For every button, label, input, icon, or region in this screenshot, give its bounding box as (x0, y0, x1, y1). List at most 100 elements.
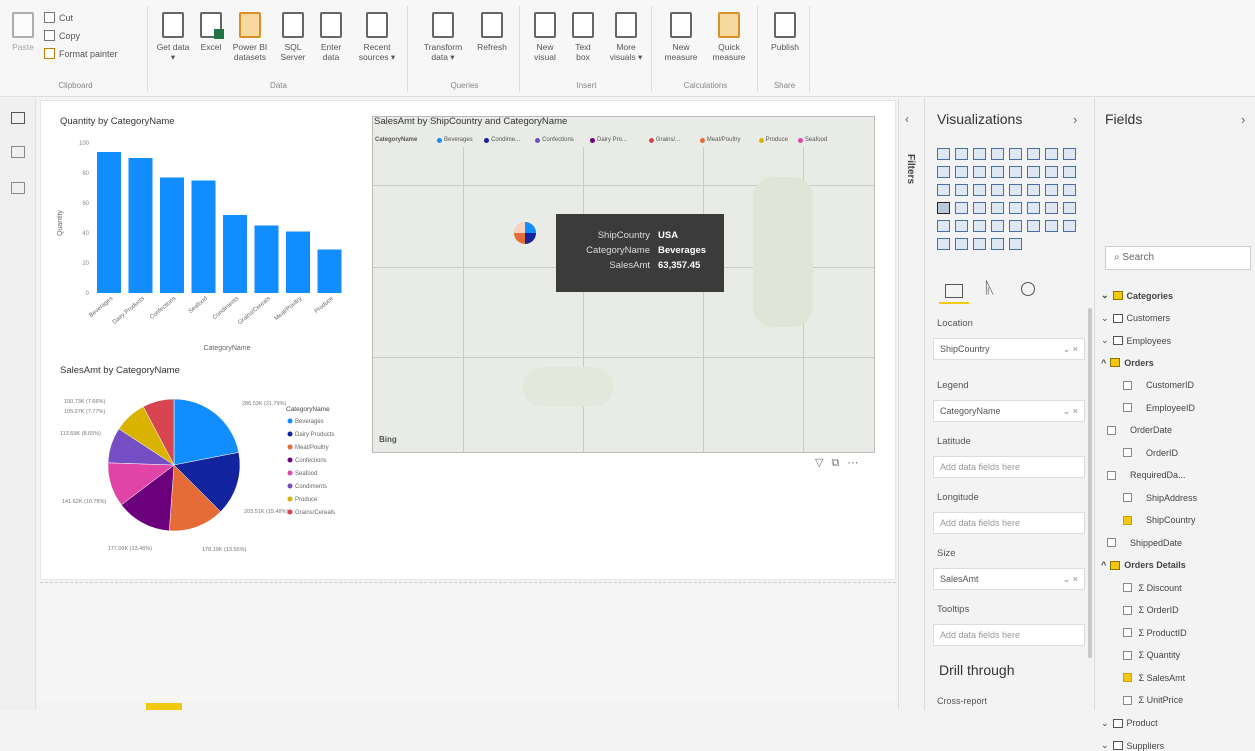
longitude-well[interactable]: Add data fields here (933, 512, 1085, 534)
new-visual-button[interactable]: New visual (528, 12, 562, 62)
field-item[interactable]: Σ OrderID (1123, 605, 1179, 615)
power-bi-datasets-button[interactable]: Power BI datasets (230, 12, 270, 62)
visual-type-icon[interactable] (1063, 220, 1076, 232)
visual-type-icon[interactable] (1009, 166, 1022, 178)
visual-type-icon[interactable] (973, 166, 986, 178)
data-view-icon[interactable] (11, 146, 25, 158)
field-item[interactable]: ShippedDate (1107, 538, 1182, 548)
visual-type-icon[interactable] (973, 202, 986, 214)
location-well[interactable]: ShipCountry ⌄ × (933, 338, 1085, 360)
visual-type-icon[interactable] (955, 148, 968, 160)
report-view-icon[interactable] (11, 112, 25, 124)
table-employees[interactable]: ⌄ Employees (1101, 335, 1171, 346)
field-item[interactable]: ShipCountry (1123, 515, 1196, 525)
field-item[interactable]: OrderDate (1107, 425, 1172, 435)
visual-type-icon[interactable] (973, 238, 986, 250)
visual-type-icon[interactable] (955, 202, 968, 214)
bar-chart[interactable]: 100 80 60 40 20 0 Quantity BeveragesDairy Produ… (52, 128, 364, 358)
map-legend-item[interactable]: Condime... (484, 137, 520, 143)
visual-type-icon[interactable] (1027, 220, 1040, 232)
field-item[interactable]: EmployeeID (1123, 403, 1195, 413)
sql-server-button[interactable]: SQL Server (276, 12, 310, 62)
visual-type-icon[interactable] (973, 184, 986, 196)
publish-button[interactable]: Publish (766, 12, 804, 52)
visual-type-icon[interactable] (1009, 148, 1022, 160)
visual-type-icon[interactable] (991, 184, 1004, 196)
visual-type-icon[interactable] (1009, 238, 1022, 250)
map-legend-item[interactable]: Seafood (797, 137, 827, 143)
field-item[interactable]: Σ Quantity (1123, 650, 1180, 660)
visual-type-icon[interactable] (1063, 202, 1076, 214)
text-box-button[interactable]: Text box (568, 12, 598, 62)
field-item[interactable]: Σ SalesAmt (1123, 673, 1185, 683)
map-legend-item[interactable]: Dairy Pro... (590, 137, 627, 143)
page-tab[interactable] (146, 703, 182, 710)
table-orders[interactable]: ^ Orders (1101, 358, 1154, 368)
visual-type-icon[interactable] (1063, 184, 1076, 196)
visual-type-icon[interactable] (1063, 166, 1076, 178)
visual-type-icon[interactable] (991, 238, 1004, 250)
chevron-right-icon[interactable]: › (1073, 112, 1077, 127)
copy-button[interactable]: Copy (44, 30, 80, 41)
field-item[interactable]: Σ UnitPrice (1123, 695, 1183, 705)
field-item[interactable]: Σ ProductID (1123, 628, 1187, 638)
visual-type-icon[interactable] (1045, 202, 1058, 214)
new-measure-button[interactable]: New measure (660, 12, 702, 62)
analytics-icon[interactable] (1021, 282, 1035, 296)
refresh-button[interactable]: Refresh (470, 12, 514, 52)
visual-type-icon[interactable] (973, 220, 986, 232)
visual-type-icon[interactable] (1027, 184, 1040, 196)
legend-well[interactable]: CategoryName ⌄ × (933, 400, 1085, 422)
visual-type-icon[interactable] (991, 202, 1004, 214)
table-suppliers[interactable]: ⌄ Suppliers (1101, 740, 1164, 751)
map-legend-item[interactable]: Produce (758, 137, 788, 143)
visual-type-icon[interactable] (1027, 166, 1040, 178)
visual-type-icon[interactable] (1045, 166, 1058, 178)
fields-search-input[interactable]: ⌕ Search (1105, 246, 1251, 270)
field-item[interactable]: CustomerID (1123, 380, 1194, 390)
table-orders-details[interactable]: ^ Orders Details (1101, 560, 1186, 570)
paste-button[interactable]: Paste (8, 12, 38, 52)
recent-sources-button[interactable]: Recent sources ▾ (352, 12, 402, 62)
map-legend-item[interactable]: Meat/Poultry (699, 137, 740, 143)
get-data-button[interactable]: Get data ▾ (156, 12, 190, 62)
enter-data-button[interactable]: Enter data (316, 12, 346, 62)
visual-type-icon[interactable] (1027, 148, 1040, 160)
tooltips-well[interactable]: Add data fields here (933, 624, 1085, 646)
size-well[interactable]: SalesAmt ⌄ × (933, 568, 1085, 590)
map-legend-item[interactable]: Grains/... (648, 137, 680, 143)
visual-type-icon[interactable] (1045, 184, 1058, 196)
visual-type-icon[interactable] (991, 166, 1004, 178)
visual-header-icons[interactable]: ▽⧉⋯ (815, 456, 866, 470)
map-legend-item[interactable]: Confections (535, 137, 574, 143)
map-pie-marker[interactable] (512, 220, 538, 246)
visual-type-icon[interactable] (1027, 202, 1040, 214)
pie-chart[interactable]: 286.53K (21.79%) 203.51K (15.48%) 178.19K … (52, 385, 362, 565)
visual-type-icon[interactable] (1009, 184, 1022, 196)
map-legend-item[interactable]: Beverages (437, 137, 473, 143)
table-customers[interactable]: ⌄ Customers (1101, 313, 1170, 324)
chevron-right-icon[interactable]: › (1241, 112, 1245, 127)
more-visuals-button[interactable]: More visuals ▾ (604, 12, 648, 62)
visual-type-icon[interactable] (955, 238, 968, 250)
visual-type-icon[interactable] (955, 166, 968, 178)
visual-type-icon[interactable] (955, 220, 968, 232)
visual-type-icon[interactable] (991, 220, 1004, 232)
visual-type-icon[interactable] (991, 148, 1004, 160)
visual-type-icon[interactable] (937, 220, 950, 232)
excel-button[interactable]: Excel (196, 12, 226, 52)
field-item[interactable]: OrderID (1123, 448, 1178, 458)
field-item[interactable]: RequiredDa... (1107, 470, 1186, 480)
visual-type-icon[interactable] (937, 184, 950, 196)
visual-type-icon[interactable] (1009, 220, 1022, 232)
visual-type-icon[interactable] (973, 148, 986, 160)
model-view-icon[interactable] (11, 182, 25, 194)
visual-type-icon[interactable] (955, 184, 968, 196)
table-categories[interactable]: ⌄ Categories (1101, 290, 1173, 301)
field-item[interactable]: ShipAddress (1123, 493, 1197, 503)
visual-type-icon[interactable] (1045, 220, 1058, 232)
visual-type-icon[interactable] (1009, 202, 1022, 214)
format-paint-icon[interactable]: ᚣ (985, 280, 995, 298)
format-painter-button[interactable]: Format painter (44, 48, 118, 59)
field-item[interactable]: Σ Discount (1123, 583, 1182, 593)
